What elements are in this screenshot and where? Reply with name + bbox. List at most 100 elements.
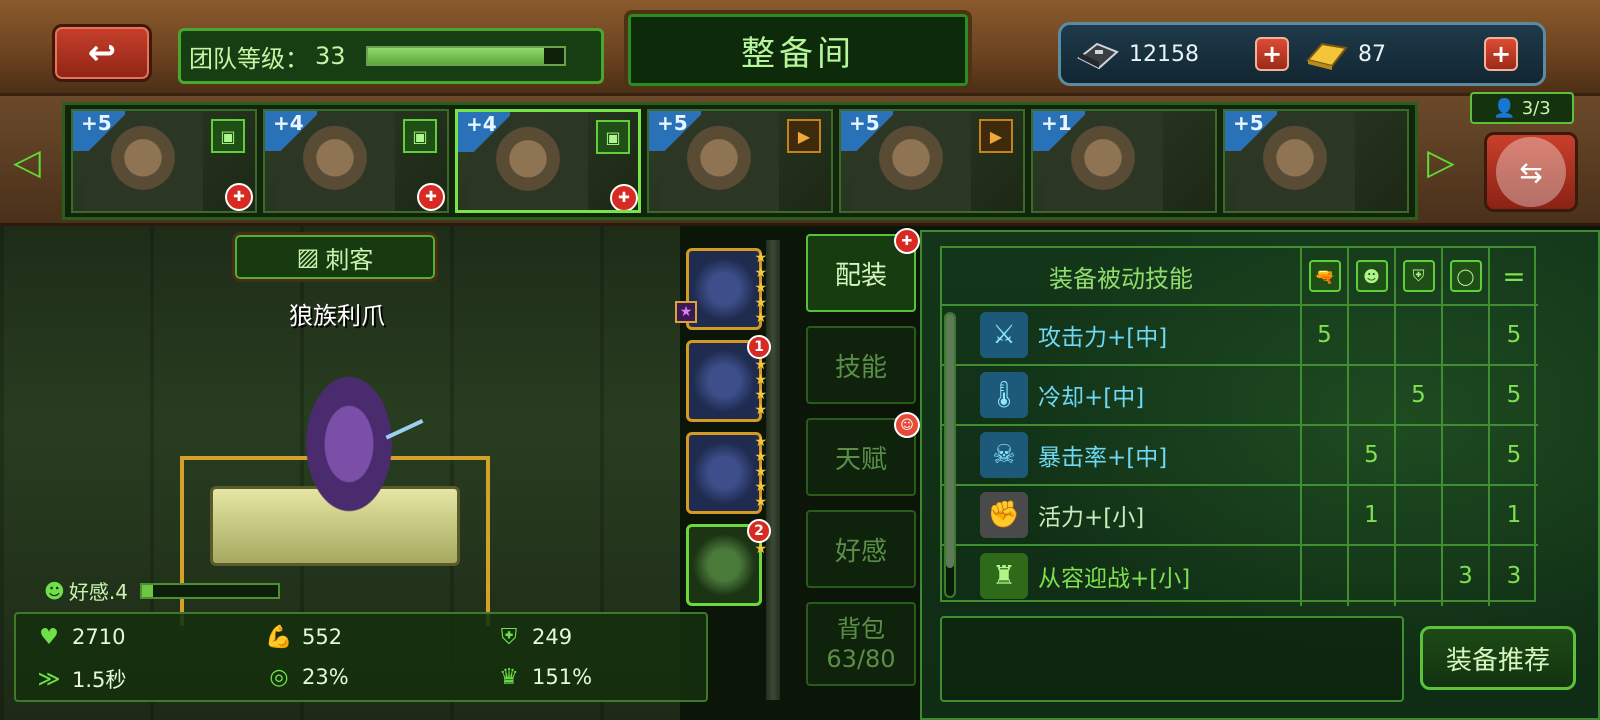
affinity-label: 好感.4	[68, 580, 128, 604]
hero-card[interactable]: +4 ▣ ✚	[263, 109, 449, 213]
armor-icon: ⛨	[500, 624, 518, 650]
skill-name-cell: ⚔ 攻击力+[中]	[942, 306, 1302, 364]
tab-bag[interactable]: 背包 63/80	[806, 602, 916, 686]
class-badge: ▨ 刺客	[232, 232, 438, 282]
equip-recommend-button[interactable]: 装备推荐	[1420, 626, 1576, 690]
star-icon: ★	[754, 402, 767, 418]
affinity-progress-bar	[139, 582, 280, 599]
team-manage-button[interactable]: ⇆	[1484, 132, 1578, 212]
passive-skill-row[interactable]: 🌡 冷却+[中] 5 5	[942, 366, 1538, 426]
passive-skills-panel: 装备被动技能 🔫 ☻ ⛨ ◯ = ⚔ 攻击力+[中] 5 5 🌡 冷却+[中] …	[920, 230, 1600, 720]
scroll-thumb[interactable]	[946, 314, 954, 568]
stats-panel: ♥ 2710 💪 552 ⛨ 249 ≫ 1.5秒 ◎ 23% ♛ 151%	[14, 612, 708, 702]
tab-affinity[interactable]: 好感	[806, 510, 916, 588]
armor-count	[1396, 546, 1443, 606]
weapon-name: 狼族利爪	[289, 302, 385, 330]
currency-gold: 87 +	[1302, 34, 1531, 74]
stat-hp: ♥ 2710	[34, 624, 125, 650]
tab-affinity-label: 好感	[834, 536, 887, 567]
vitality-arm-icon: ✊	[980, 492, 1028, 538]
hero-roster: ◁ +5 ▣ ✚ +4 ▣ ✚ +4 ▣ ✚ +5 ▶ +5 ▶ +1 +5 ▷	[0, 96, 1600, 226]
hero-rank: +5	[1225, 111, 1278, 151]
add-metal-button[interactable]: +	[1255, 37, 1289, 71]
weapon-count	[1302, 486, 1349, 544]
weapon-count	[1302, 426, 1349, 484]
in-team-icon: ▣	[596, 120, 630, 154]
gear-slot-2[interactable]: ★★★★★1	[686, 335, 771, 422]
ring-count	[1443, 426, 1490, 484]
tab-skills[interactable]: 技能	[806, 326, 916, 404]
star-icon: ★	[754, 479, 767, 495]
passive-skill-row[interactable]: ✊ 活力+[小] 1 1	[942, 486, 1538, 546]
hero-card[interactable]: +5	[1223, 109, 1410, 213]
passive-title: 装备被动技能	[942, 248, 1302, 304]
tab-equip[interactable]: 配装 ✚	[806, 228, 920, 312]
star-icon: ★	[754, 265, 767, 281]
passive-scrollbar[interactable]	[944, 312, 956, 598]
page-title: 整备间	[624, 10, 972, 90]
total-count: 5	[1506, 322, 1522, 348]
metal-ingot-icon	[1073, 34, 1123, 74]
stat-armor: ⛨ 249	[494, 624, 572, 650]
armor-count	[1396, 306, 1443, 364]
weapon-count: 5	[1302, 306, 1349, 364]
affinity-progress-fill	[141, 584, 153, 597]
character-sprite[interactable]	[284, 376, 414, 546]
team-count-badge: 👤 3/3	[1470, 92, 1574, 124]
skill-name: 暴击率+[中]	[1038, 445, 1168, 471]
hero-rank: +4	[265, 111, 317, 151]
hero-rank: +5	[649, 111, 702, 151]
tab-talent[interactable]: 天赋 ☺	[806, 412, 920, 496]
hero-card[interactable]: +5 ▣ ✚	[71, 109, 257, 213]
hero-alert-badge: ✚	[417, 183, 445, 211]
assassin-class-icon: ▨	[296, 243, 320, 271]
star-icon: ★	[754, 464, 767, 480]
hero-card[interactable]: +4 ▣ ✚	[455, 109, 642, 213]
hero-rank: +5	[841, 111, 894, 151]
person-icon: 👤	[1493, 97, 1516, 119]
roster-next-button[interactable]: ▷	[1420, 138, 1462, 186]
gem-socket-icon: ★	[675, 301, 697, 323]
gear-stars: ★★★★★	[754, 435, 767, 510]
crit-damage-value: 151%	[532, 665, 593, 689]
star-icon: ★	[754, 295, 767, 311]
gold-count: 87	[1358, 41, 1386, 67]
crit-skull-icon: ☠	[980, 432, 1028, 478]
armor-count	[1396, 426, 1443, 484]
currency-metal: 12158 +	[1073, 34, 1302, 74]
cooldown-value: 1.5秒	[72, 668, 127, 692]
gear-slot-4[interactable]: ★★2	[686, 519, 771, 606]
tab-talent-alert-badge: ☺	[894, 412, 920, 438]
hero-card[interactable]: +5 ▶	[647, 109, 834, 213]
attack-icon: ⚔	[980, 312, 1028, 358]
passive-skill-row[interactable]: ☠ 暴击率+[中] 5 5	[942, 426, 1538, 486]
hero-card[interactable]: +1	[1031, 109, 1218, 213]
ring-count	[1443, 366, 1490, 424]
gear-slot-3[interactable]: ★ ★ ★ ★ ★	[686, 432, 767, 514]
helmet-slot-icon: ☻	[1355, 260, 1388, 292]
passive-skill-row[interactable]: ⚔ 攻击力+[中] 5 5	[942, 306, 1538, 366]
star-icon: ★	[754, 250, 767, 266]
armor-value: 249	[532, 625, 573, 649]
team-level-progress-bar	[365, 46, 566, 66]
skill-name-cell: ✊ 活力+[小]	[942, 486, 1302, 544]
back-button[interactable]: ↩	[52, 24, 152, 82]
roster-prev-button[interactable]: ◁	[6, 138, 48, 186]
skill-name: 活力+[小]	[1038, 505, 1145, 531]
hero-card[interactable]: +5 ▶	[839, 109, 1026, 213]
weapon-count	[1302, 366, 1349, 424]
helmet-count: 5	[1349, 426, 1396, 484]
col-head: ☻	[1349, 248, 1396, 304]
currency-panel: 12158 + 87 +	[1058, 22, 1546, 86]
add-gold-button[interactable]: +	[1484, 37, 1518, 71]
gear-slot-1[interactable]: ★ ★ ★ ★ ★ ★	[675, 248, 767, 330]
star-icon: ★	[754, 449, 767, 465]
total-symbol: =	[1502, 259, 1526, 293]
hp-value: 2710	[72, 625, 126, 649]
team-swap-icon: ⇆	[1496, 137, 1566, 207]
team-count-value: 3/3	[1521, 97, 1551, 119]
tab-bag-label: 背包	[837, 615, 885, 643]
team-level-label: 团队等级：	[189, 44, 309, 73]
passive-skill-row[interactable]: ♜ 从容迎战+[小] 3 3	[942, 546, 1538, 606]
gold-bar-icon	[1302, 34, 1352, 74]
